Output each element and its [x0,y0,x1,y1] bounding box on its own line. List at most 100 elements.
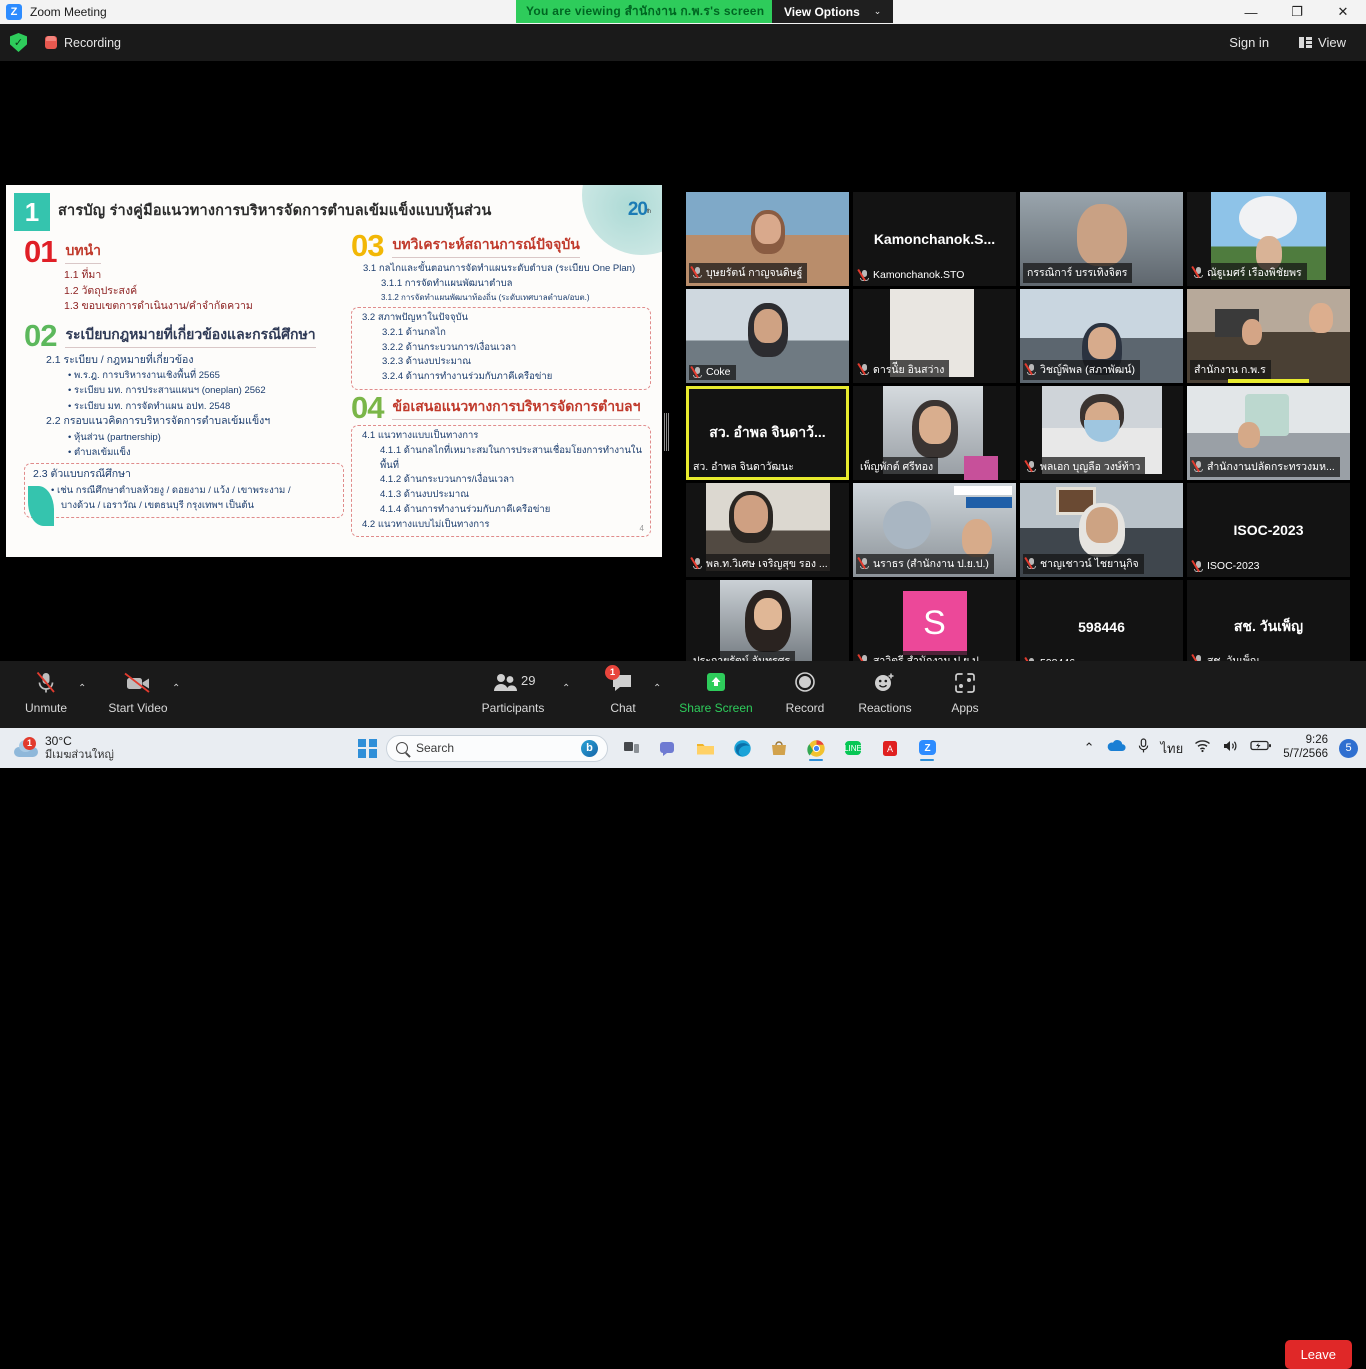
chat-caret[interactable]: ⌃ [653,683,661,694]
participant-tile[interactable]: ISOC-2023 ISOC-2023 [1187,483,1350,577]
encryption-shield-icon[interactable]: ✓ [10,33,27,52]
unmute-button[interactable]: Unmute [9,669,83,715]
teams-icon[interactable] [654,734,682,762]
participant-tile[interactable]: 598446 598446 [1020,580,1183,674]
section-number: 02 [24,318,57,354]
participant-tile[interactable]: นราธร (สำนักงาน ป.ย.ป.) [853,483,1016,577]
copilot-icon[interactable]: b [581,739,598,757]
microphone-icon[interactable] [1137,737,1150,759]
record-button[interactable]: Record [768,669,842,715]
video-off-icon [123,669,153,695]
svg-text:Z: Z [924,743,930,754]
reactions-button[interactable]: Reactions [848,669,922,715]
slide-bullet: 3.2 สภาพปัญหาในปัจจุบัน [362,312,469,324]
task-view-icon[interactable] [617,734,645,762]
tray-overflow-icon[interactable]: ⌃ [1084,740,1095,756]
mic-muted-icon [690,266,702,278]
onedrive-icon[interactable] [1106,739,1126,758]
participant-name: ดารนัีย อินสว่าง [873,364,945,376]
taskbar-clock[interactable]: 9:26 5/7/2566 [1283,734,1328,761]
participant-tile[interactable]: เพ็ญพักต์ ศรีทอง [853,386,1016,480]
video-options-caret[interactable]: ⌃ [172,683,180,694]
microphone-muted-icon [35,669,57,695]
meeting-info-bar: ✓ Recording Sign in View [0,24,1366,61]
shared-screen-slide[interactable]: 1 สารบัญ ร่างคู่มือแนวทางการบริหารจัดการ… [6,185,662,557]
participant-tile[interactable]: Coke [686,289,849,383]
sign-in-button[interactable]: Sign in [1217,30,1281,55]
view-options-button[interactable]: View Options ⌄ [772,0,894,23]
participant-tile[interactable]: พลเอก บุญลือ วงษ์ท้าว [1020,386,1183,480]
participants-label: Participants [481,701,545,715]
participant-tile[interactable]: สำนักงานปลัดกระทรวงมห... [1187,386,1350,480]
mic-muted-icon [1191,266,1203,278]
participant-tile[interactable]: บุษยรัตน์ กาญจนดิษฐ์ [686,192,849,286]
participant-tile[interactable]: สำนักงาน ก.พ.ร [1187,289,1350,383]
slide-bullet: • หุ้นส่วน (partnership) [68,431,161,443]
slide-bullet-text: ระเบียบ มท. การประสานแผนฯ (oneplan) 2562 [73,385,266,397]
chrome-icon[interactable] [802,734,830,762]
participant-name-label: ชาญเชาวน์ ไชยานุกิจ [1023,554,1144,574]
window-title: Zoom Meeting [30,5,107,19]
start-video-button[interactable]: Start Video [101,669,175,715]
slide-bullet: • เช่น กรณีศึกษาตำบลห้วยงู / ดอยงาม / แว… [51,484,291,496]
minimize-button[interactable]: — [1228,0,1274,24]
meeting-stage: 1 สารบัญ ร่างคู่มือแนวทางการบริหารจัดการ… [0,61,1366,706]
close-button[interactable]: ✕ [1320,0,1366,24]
participant-name-label: สำนักงาน ก.พ.ร [1190,360,1271,380]
apps-icon [953,669,977,695]
slide-page-number: 4 [639,524,644,534]
language-indicator[interactable]: ไทย [1161,738,1184,759]
audio-options-caret[interactable]: ⌃ [78,683,86,694]
share-resize-grip[interactable] [663,413,670,451]
view-layout-button[interactable]: View [1287,30,1358,55]
slide-bullet: 2.3 ตัวแบบกรณีศึกษา [33,467,131,480]
participant-name-label: เพ็ญพักต์ ศรีทอง [856,457,939,477]
line-icon[interactable]: LINE [839,734,867,762]
slide-bullet: 4.2 แนวทางแบบไม่เป็นทางการ [362,518,490,530]
battery-charging-icon[interactable] [1250,739,1272,757]
slide-bullet: 3.1 กลไกและขั้นตอนการจัดทำแผนระดับตำบล (… [363,263,636,275]
participant-tile[interactable]: S สาวิตรี สำนักงาน ป.ย.ป [853,580,1016,674]
apps-button[interactable]: Apps [928,669,1002,715]
search-placeholder: Search [416,741,455,755]
participant-tile[interactable]: กรรณิการ์ บรรเทิงจิตร [1020,192,1183,286]
notification-badge[interactable]: 5 [1339,738,1358,758]
participant-name: บุษยรัตน์ กาญจนดิษฐ์ [706,267,803,279]
participant-tile[interactable]: สช. วันเพ็ญ สช. วันเพ็ญ [1187,580,1350,674]
search-input[interactable]: Search b [386,734,608,762]
section-number: 03 [351,228,384,263]
zoom-icon[interactable]: Z [913,734,941,762]
participant-tile[interactable]: ณัฐูเมศร์ เรืองพิชัยพร [1187,192,1350,286]
participant-tile[interactable]: ประกายรัตน์ จันทรศร [686,580,849,674]
participant-name-label: สว. อำพล จินดาวัฒนะ [689,457,799,477]
participant-tile[interactable]: ชาญเชาวน์ ไชยานุกิจ [1020,483,1183,577]
share-screen-button[interactable]: Share Screen [679,669,753,715]
mic-muted-icon [1191,460,1203,472]
mic-muted-icon [857,557,869,569]
participant-name: พลเอก บุญลือ วงษ์ท้าว [1040,461,1141,473]
participant-tile[interactable]: Kamonchanok.S... Kamonchanok.STO [853,192,1016,286]
header-actions: Sign in View [1217,24,1358,61]
chat-button[interactable]: 1 Chat [586,665,660,715]
weather-widget[interactable]: 1 30°C มีเมฆส่วนใหญ่ [14,734,114,761]
windows-start-icon[interactable] [358,738,377,758]
slide-bullet: 4.1.1 ด้านกลไกที่เหมาะสมในการประสานเชื่อ… [380,445,642,471]
wifi-icon[interactable] [1194,739,1211,758]
participant-tile[interactable]: พล.ท.วิเศษ เจริญสุข รอง ... [686,483,849,577]
zoom-toolbar: Unmute ⌃ Start Video ⌃ 29 Participants ⌃ [0,661,1366,1369]
participants-button[interactable]: 29 Participants [476,669,550,715]
participant-tile[interactable]: วิชญ์พิพล (สภาพัฒน์) [1020,289,1183,383]
volume-icon[interactable] [1222,739,1239,758]
participants-caret[interactable]: ⌃ [562,683,570,694]
file-explorer-icon[interactable] [691,734,719,762]
section-heading: ระเบียบกฎหมายที่เกี่ยวข้องและกรณีศึกษา [65,324,316,348]
participant-tile-active-speaker[interactable]: สว. อำพล จินดาว้... สว. อำพล จินดาวัฒนะ [686,386,849,480]
participant-tile[interactable]: ดารนัีย อินสว่าง [853,289,1016,383]
participant-name: พล.ท.วิเศษ เจริญสุข รอง ... [706,558,828,570]
store-icon[interactable] [765,734,793,762]
weather-text: 30°C มีเมฆส่วนใหญ่ [45,734,114,761]
maximize-button[interactable]: ❐ [1274,0,1320,24]
leave-button[interactable]: Leave [1284,1340,1352,1369]
edge-icon[interactable] [728,734,756,762]
acrobat-icon[interactable]: A [876,734,904,762]
